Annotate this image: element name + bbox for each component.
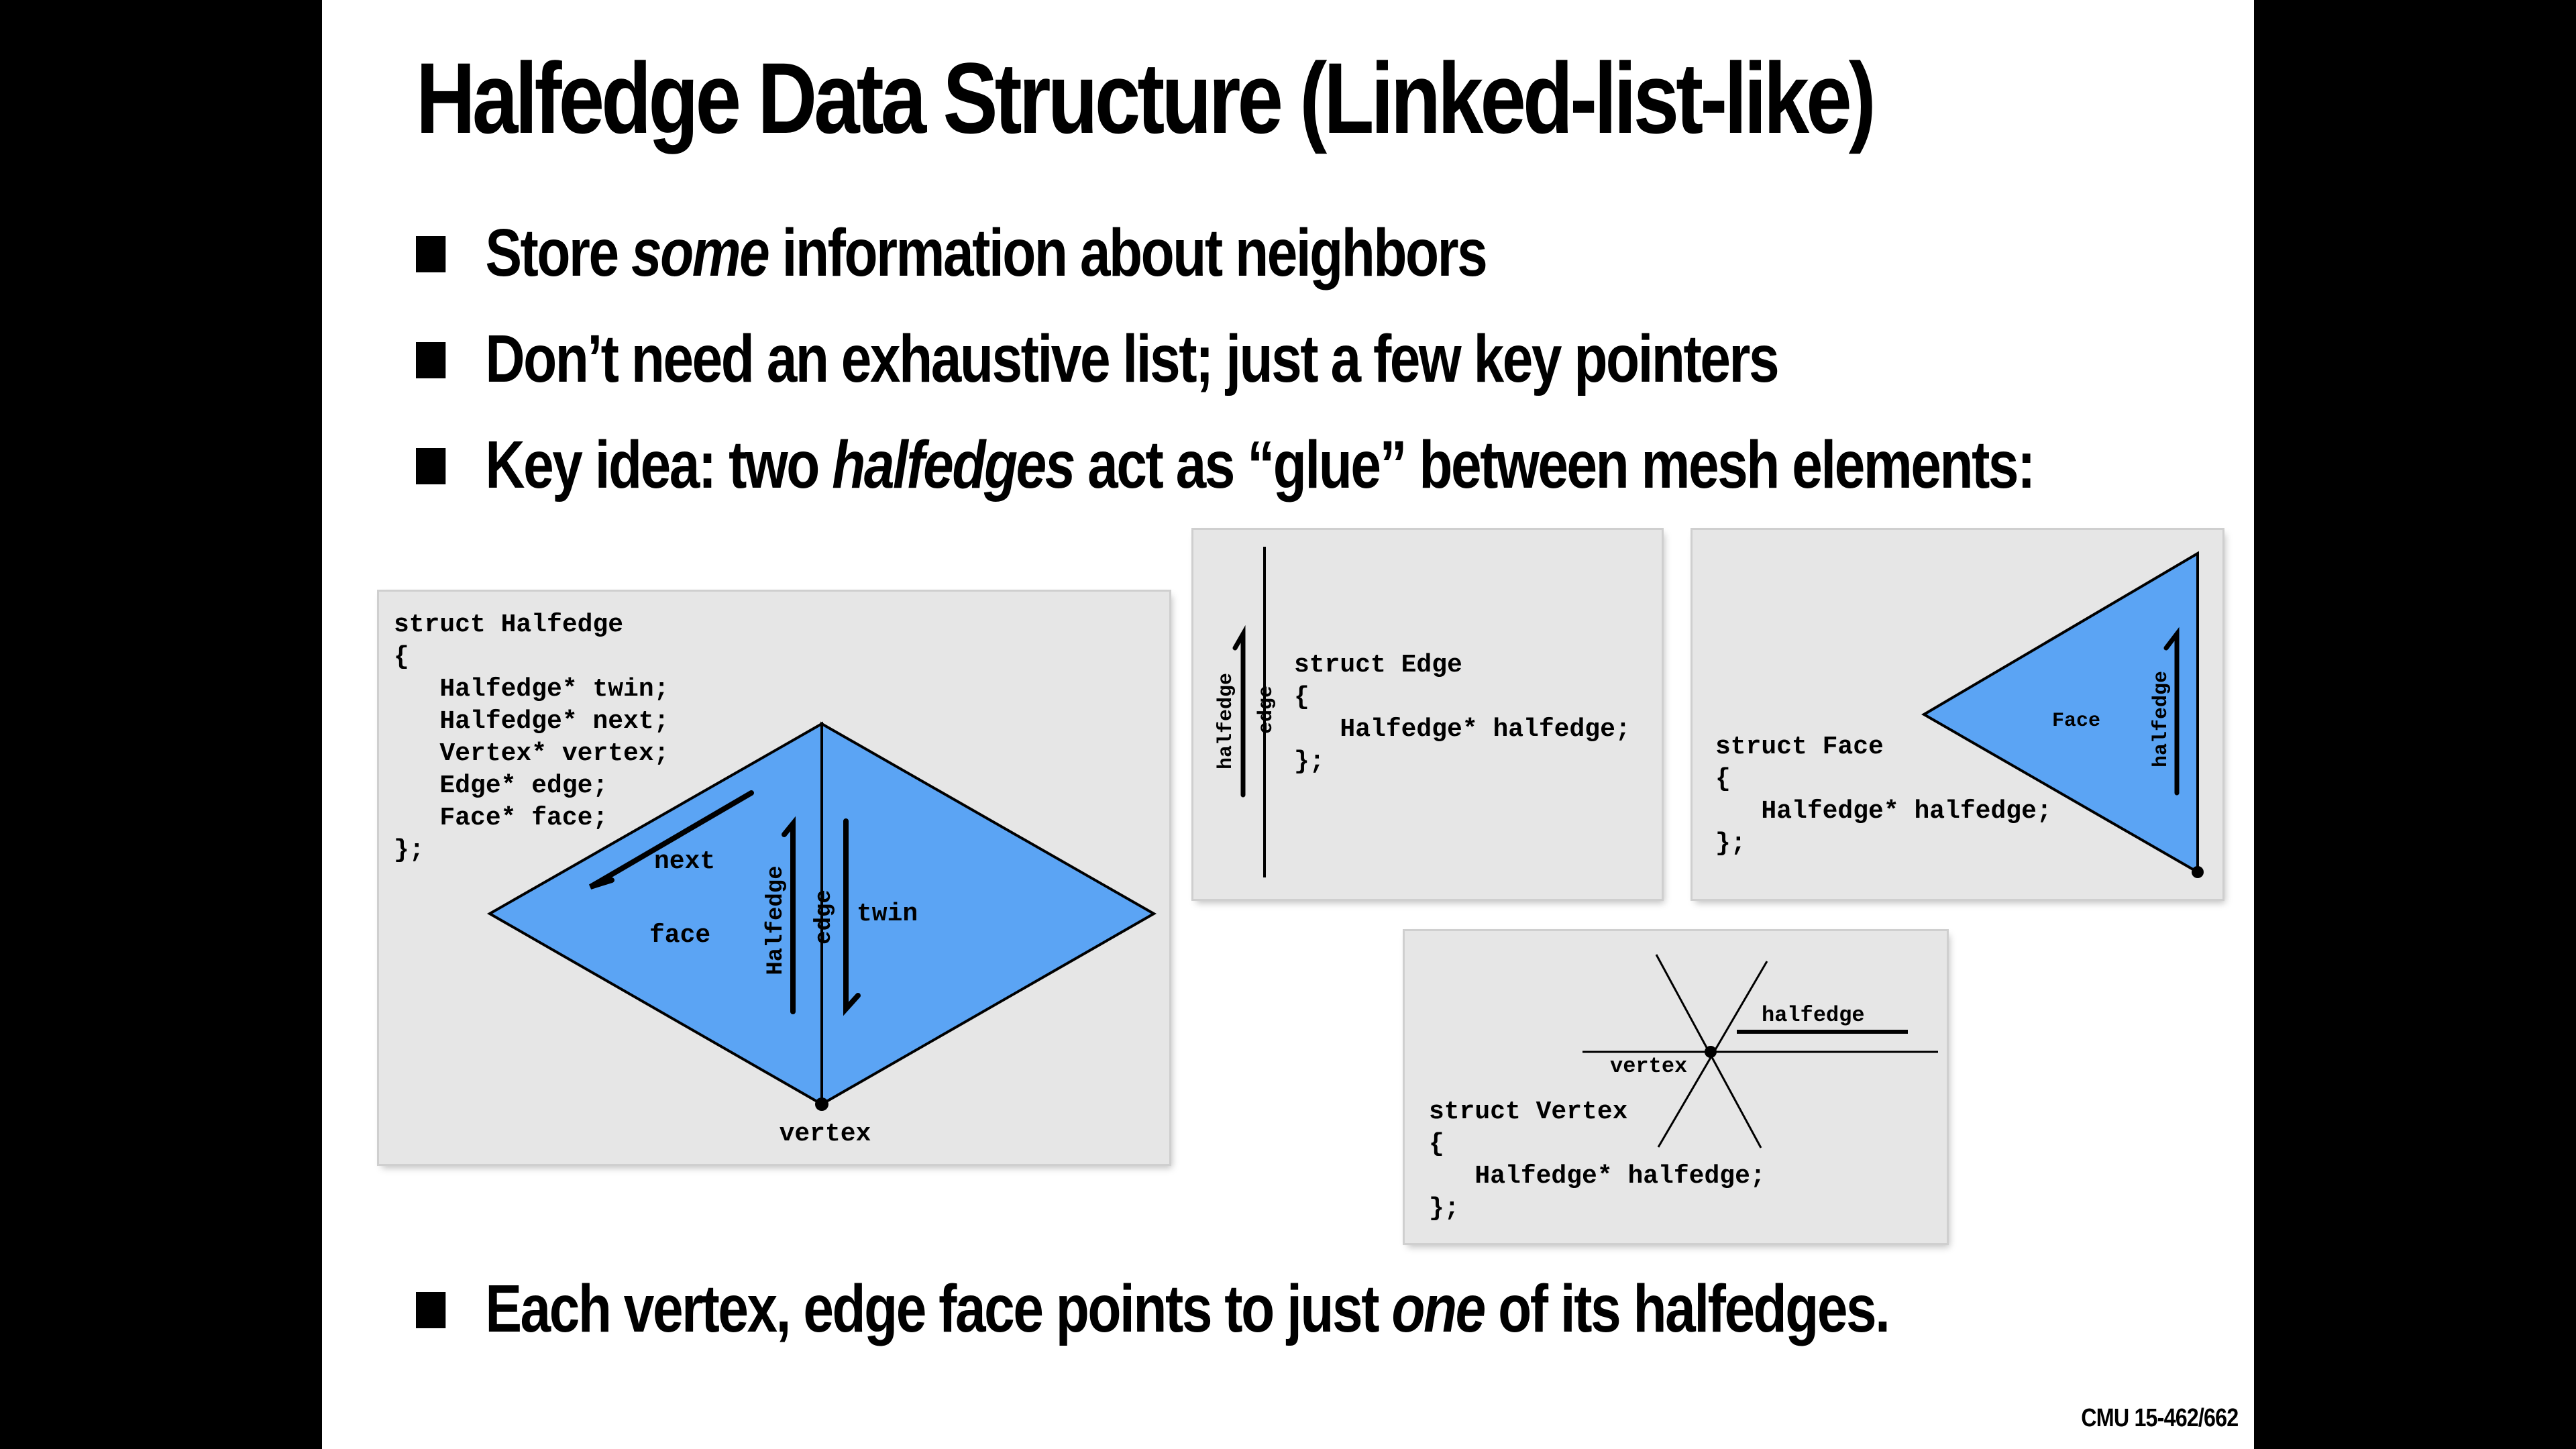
edge-panel: halfedge edge struct Edge { Halfedge* ha… bbox=[1193, 530, 1662, 899]
face-panel-halfedge-label: halfedge bbox=[2150, 671, 2173, 767]
vertex-dot bbox=[815, 1097, 828, 1111]
face-panel-face-label: Face bbox=[2052, 710, 2100, 733]
halfedge-diagram: next face Halfedge edge twin vertex bbox=[486, 721, 1157, 1148]
face-vertex-dot bbox=[2192, 866, 2204, 878]
vertex-panel: halfedge vertex struct Vertex { Halfedge… bbox=[1405, 931, 1947, 1243]
vertex-panel-vertex-label: vertex bbox=[1610, 1054, 1687, 1079]
bullet-each-vertex: Each vertex, edge face points to just on… bbox=[416, 1271, 1890, 1348]
bullet-marker bbox=[416, 1291, 446, 1328]
slide: Halfedge Data Structure (Linked-list-lik… bbox=[322, 0, 2254, 1449]
vertex-struct-code: struct Vertex { Halfedge* halfedge; }; bbox=[1429, 1097, 1766, 1223]
bullet-marker bbox=[416, 447, 446, 484]
vertex-label: vertex bbox=[780, 1120, 871, 1148]
edge-panel-halfedge-label: halfedge bbox=[1215, 673, 1238, 769]
twin-label: twin bbox=[857, 900, 918, 928]
bullet-marker bbox=[416, 341, 446, 378]
bullet-key-pointers: Don’t need an exhaustive list; just a fe… bbox=[416, 321, 1780, 398]
vertex-panel-halfedge-label: halfedge bbox=[1762, 1003, 1865, 1028]
next-label: next bbox=[654, 847, 715, 876]
bullet-key-idea: Key idea: two halfedges act as “glue” be… bbox=[416, 427, 2035, 504]
halfedge-label: Halfedge bbox=[763, 865, 789, 975]
slide-title: Halfedge Data Structure (Linked-list-lik… bbox=[416, 42, 1876, 154]
bullet-marker bbox=[416, 235, 446, 272]
face-struct-code: struct Face { Halfedge* halfedge; }; bbox=[1715, 733, 2052, 858]
edge-struct-code: struct Edge { Halfedge* halfedge; }; bbox=[1294, 651, 1631, 776]
halfedge-panel: struct Halfedge { Halfedge* twin; Halfed… bbox=[379, 592, 1169, 1164]
face-panel: Face halfedge struct Face { Halfedge* ha… bbox=[1693, 530, 2222, 899]
bullet-store-info: Store some information about neighbors bbox=[416, 215, 1488, 292]
edge-label: edge bbox=[812, 890, 837, 945]
vertex-point bbox=[1705, 1046, 1717, 1058]
edge-panel-edge-label: edge bbox=[1255, 686, 1278, 734]
course-footer: CMU 15-462/662 bbox=[2080, 1404, 2239, 1432]
face-label: face bbox=[649, 921, 710, 950]
